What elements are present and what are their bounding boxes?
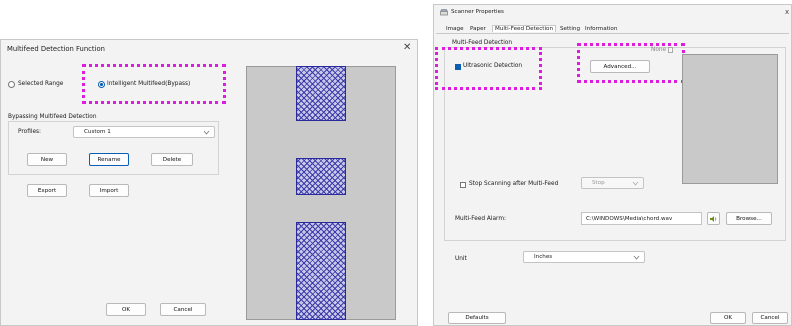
bypass-area-top — [296, 66, 346, 121]
export-button[interactable]: Export — [27, 184, 67, 197]
unit-label: Unit — [455, 256, 467, 262]
cancel-button[interactable]: Cancel — [160, 303, 206, 316]
bypass-area-bottom — [296, 222, 346, 320]
dialog-title: Scanner Properties — [451, 9, 504, 15]
profiles-label: Profiles: — [18, 129, 41, 135]
chevron-down-icon — [633, 255, 640, 260]
stop-value: Stop — [592, 180, 605, 186]
tab-paper[interactable]: Paper — [470, 26, 486, 32]
ok-button[interactable]: OK — [106, 303, 146, 316]
alarm-label: Multi-Feed Alarm: — [455, 216, 506, 222]
highlight-annotation — [82, 64, 226, 104]
rename-button[interactable]: Rename — [89, 153, 129, 166]
scanner-icon — [440, 9, 448, 16]
browse-button[interactable]: Browse... — [726, 212, 772, 225]
tab-multi-feed-detection[interactable]: Multi-Feed Detection — [492, 25, 556, 32]
tab-divider — [436, 33, 789, 34]
chevron-down-icon — [203, 130, 210, 135]
defaults-button[interactable]: Defaults — [448, 312, 506, 324]
speaker-button[interactable] — [707, 212, 720, 225]
tab-setting[interactable]: Setting — [560, 26, 580, 32]
tab-image[interactable]: Image — [446, 26, 464, 32]
group-label: Multi-Feed Detection — [452, 40, 513, 46]
close-icon[interactable]: x — [785, 8, 789, 16]
speaker-icon — [710, 215, 717, 222]
stop-dropdown[interactable]: Stop — [581, 177, 644, 189]
stop-scanning-label: Stop Scanning after Multi-Feed — [469, 181, 559, 187]
profiles-value: Custom 1 — [84, 129, 111, 135]
highlight-annotation — [435, 47, 542, 90]
new-button[interactable]: New — [27, 153, 67, 166]
chevron-down-icon — [632, 181, 639, 186]
cancel-button[interactable]: Cancel — [752, 312, 788, 324]
unit-value: Inches — [534, 254, 553, 260]
highlight-annotation — [577, 43, 685, 83]
bypass-group-label: Bypassing Multifeed Detection — [8, 114, 97, 120]
profiles-dropdown[interactable]: Custom 1 — [73, 126, 215, 138]
tab-information[interactable]: Information — [585, 26, 617, 32]
alarm-path-field[interactable]: C:\WINDOWS\Media\chord.wav — [581, 212, 702, 225]
dialog-title: Multifeed Detection Function — [7, 45, 105, 53]
selected-range-radio[interactable] — [8, 81, 15, 88]
bypass-area-middle — [296, 158, 346, 195]
import-button[interactable]: Import — [89, 184, 129, 197]
multi-feed-preview — [682, 54, 778, 184]
unit-dropdown[interactable]: Inches — [523, 251, 645, 263]
ok-button[interactable]: OK — [710, 312, 746, 324]
delete-button[interactable]: Delete — [151, 153, 193, 166]
selected-range-label: Selected Range — [18, 81, 64, 87]
stop-scanning-checkbox[interactable] — [460, 182, 466, 188]
close-icon[interactable]: ✕ — [403, 42, 411, 53]
